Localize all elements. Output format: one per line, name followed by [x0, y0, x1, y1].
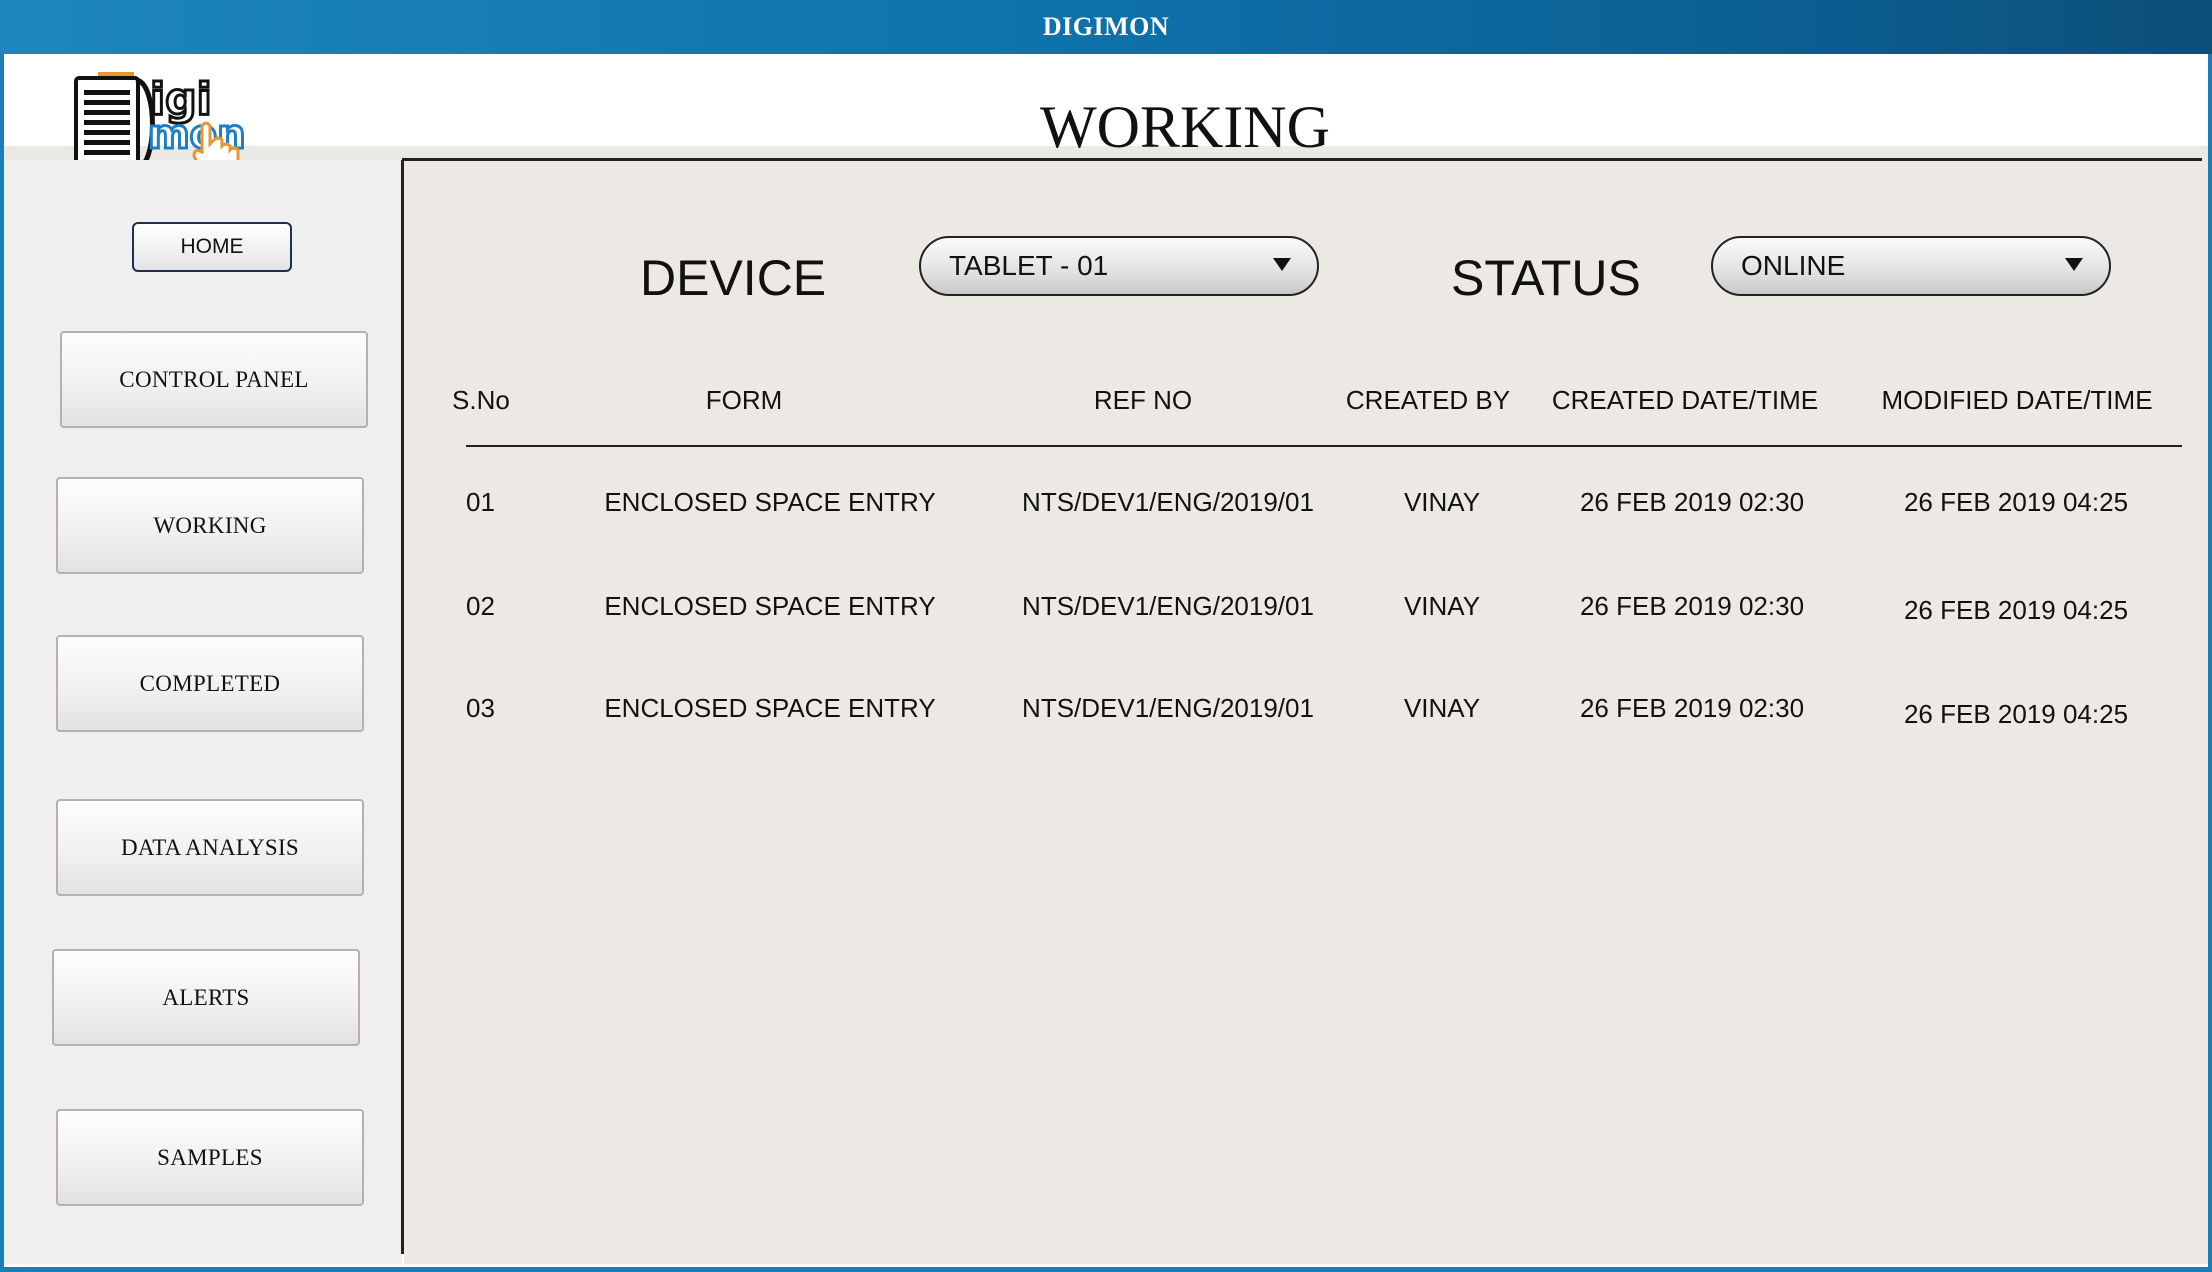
cell-ref-no: NTS/DEV1/ENG/2019/01 — [1022, 487, 1314, 517]
cell-sno: 02 — [466, 591, 495, 621]
working-button[interactable]: WORKING — [56, 477, 364, 574]
cell-modified-datetime: 26 FEB 2019 04:25 — [1903, 699, 2129, 729]
cell-form: ENCLOSED SPACE ENTRY — [604, 591, 936, 621]
table-header-rule — [466, 445, 2182, 447]
cell-form: ENCLOSED SPACE ENTRY — [604, 693, 936, 723]
alerts-button[interactable]: ALERTS — [52, 949, 360, 1046]
status-label: STATUS — [1451, 250, 1641, 306]
cell-created-by: VINAY — [1403, 693, 1481, 723]
title-bar: DIGIMON — [0, 0, 2212, 54]
header-form: FORM — [705, 385, 783, 415]
cell-ref-no: NTS/DEV1/ENG/2019/01 — [1022, 693, 1314, 723]
header-modified-datetime: MODIFIED DATE/TIME — [1881, 385, 2153, 415]
home-button[interactable]: HOME — [132, 222, 292, 272]
cell-created-by: VINAY — [1403, 487, 1481, 517]
samples-button[interactable]: SAMPLES — [56, 1109, 364, 1206]
app-title: DIGIMON — [1042, 12, 1170, 41]
header-created-by: CREATED BY — [1345, 385, 1511, 415]
chevron-down-icon — [1273, 258, 1291, 271]
cell-ref-no: NTS/DEV1/ENG/2019/01 — [1022, 591, 1314, 621]
data-analysis-button[interactable]: DATA ANALYSIS — [56, 799, 364, 896]
cell-form: ENCLOSED SPACE ENTRY — [604, 487, 936, 517]
device-label: DEVICE — [640, 250, 827, 306]
cell-created-datetime: 26 FEB 2019 02:30 — [1579, 487, 1805, 517]
page-title: WORKING — [1040, 94, 1330, 160]
header-sno: S.No — [452, 385, 510, 415]
cell-modified-datetime: 26 FEB 2019 04:25 — [1903, 595, 2129, 625]
header-created-datetime: CREATED DATE/TIME — [1551, 385, 1819, 415]
device-select-value: TABLET - 01 — [949, 250, 1109, 281]
header-ref-no: REF NO — [1093, 385, 1193, 415]
cell-modified-datetime: 26 FEB 2019 04:25 — [1903, 487, 2129, 517]
cell-sno: 01 — [466, 487, 495, 517]
cell-created-datetime: 26 FEB 2019 02:30 — [1579, 591, 1805, 621]
cell-created-datetime: 26 FEB 2019 02:30 — [1579, 693, 1805, 723]
main-top-rule — [402, 158, 2202, 161]
chevron-down-icon — [2065, 258, 2083, 271]
cell-sno: 03 — [466, 693, 495, 723]
cell-created-by: VINAY — [1403, 591, 1481, 621]
status-select[interactable]: ONLINE — [1711, 236, 2111, 296]
device-select[interactable]: TABLET - 01 — [919, 236, 1319, 296]
completed-button[interactable]: COMPLETED — [56, 635, 364, 732]
control-panel-button[interactable]: CONTROL PANEL — [60, 331, 368, 428]
status-select-value: ONLINE — [1741, 250, 1846, 281]
